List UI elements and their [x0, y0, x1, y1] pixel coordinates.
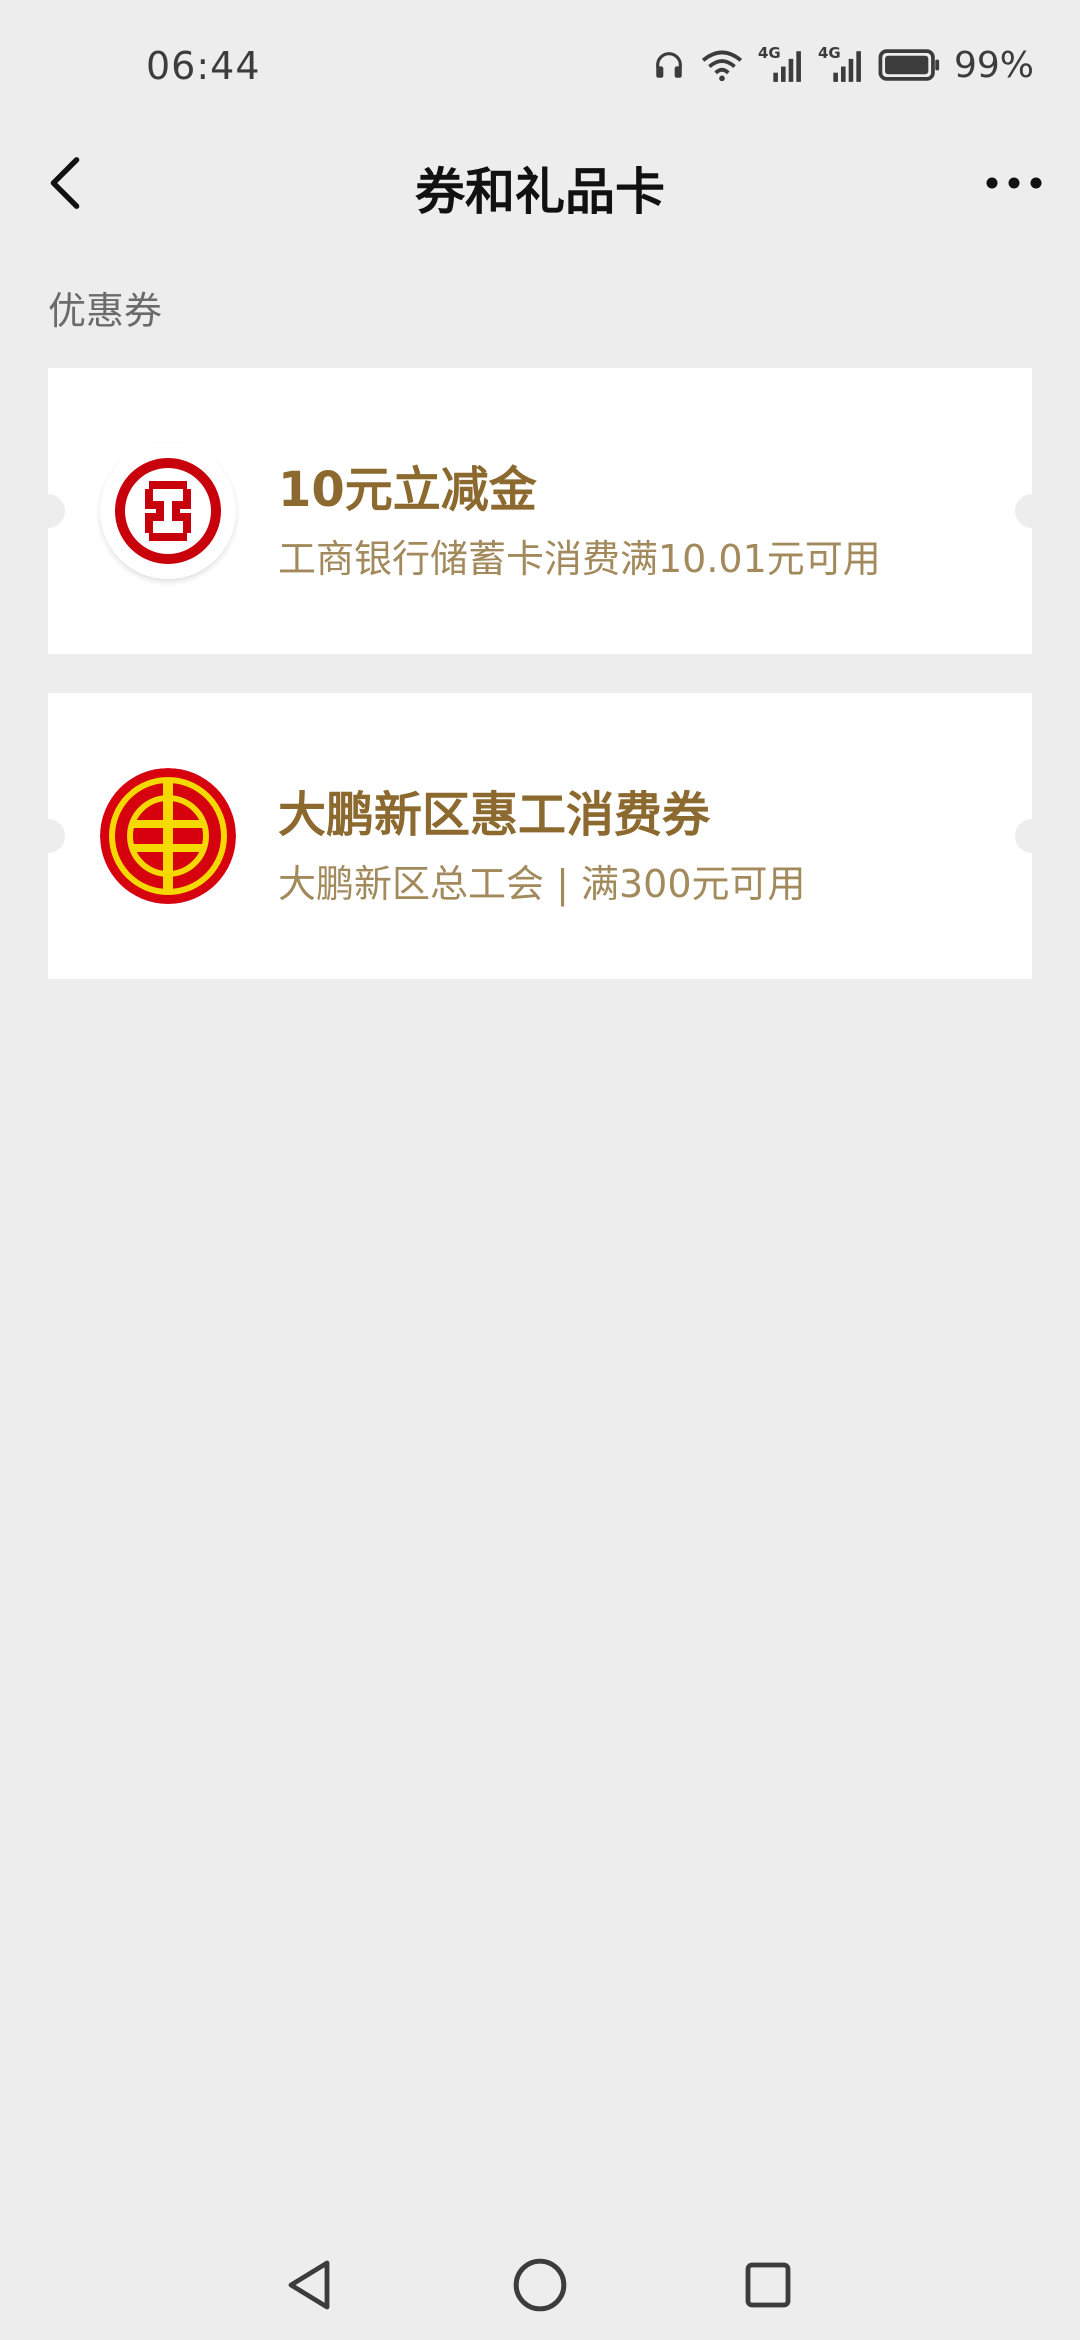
coupon-card-icbc[interactable]: 10元立减金 工商银行储蓄卡消费满10.01元可用: [31, 368, 1049, 654]
more-dots-icon: [986, 177, 1042, 189]
section-title: 优惠券: [48, 289, 163, 333]
system-nav-bar: [0, 2220, 1080, 2340]
coupon-description: 工商银行储蓄卡消费满10.01元可用: [278, 537, 881, 581]
status-time: 06:44: [146, 44, 261, 88]
circle-home-icon: [513, 2258, 567, 2312]
triangle-back-icon: [288, 2260, 330, 2310]
headphones-icon: [652, 48, 686, 82]
system-home-button[interactable]: [505, 2250, 575, 2320]
status-icons: 4G 4G 99%: [652, 40, 1034, 90]
coupon-card-union[interactable]: 大鹏新区惠工消费券 大鹏新区总工会 | 满300元可用: [31, 693, 1049, 979]
more-button[interactable]: [976, 148, 1052, 218]
coupon-name: 大鹏新区惠工消费券: [278, 787, 711, 843]
page-title: 券和礼品卡: [415, 163, 665, 221]
network-type-b: 4G: [817, 44, 841, 62]
square-recent-icon: [745, 2262, 791, 2308]
icbc-logo-icon: [100, 443, 236, 579]
trade-union-logo-icon: [100, 768, 236, 904]
signal-icon: 4G: [817, 44, 864, 84]
system-back-button[interactable]: [274, 2250, 344, 2320]
system-recent-button[interactable]: [733, 2250, 803, 2320]
status-bar: 06:44 4G 4G 99%: [0, 0, 1080, 130]
battery-icon: [878, 48, 940, 82]
wifi-icon: [700, 47, 744, 83]
coupon-description: 大鹏新区总工会 | 满300元可用: [278, 862, 806, 906]
ticket-notch-right: [1015, 494, 1049, 528]
signal-icon: 4G: [757, 44, 804, 84]
coupon-name: 10元立减金: [278, 462, 537, 518]
network-type-a: 4G: [757, 44, 781, 62]
nav-bar: 券和礼品卡: [0, 130, 1080, 236]
battery-percentage: 99%: [953, 44, 1034, 86]
ticket-notch-left: [31, 494, 65, 528]
ticket-notch-left: [31, 819, 65, 853]
ticket-notch-right: [1015, 819, 1049, 853]
